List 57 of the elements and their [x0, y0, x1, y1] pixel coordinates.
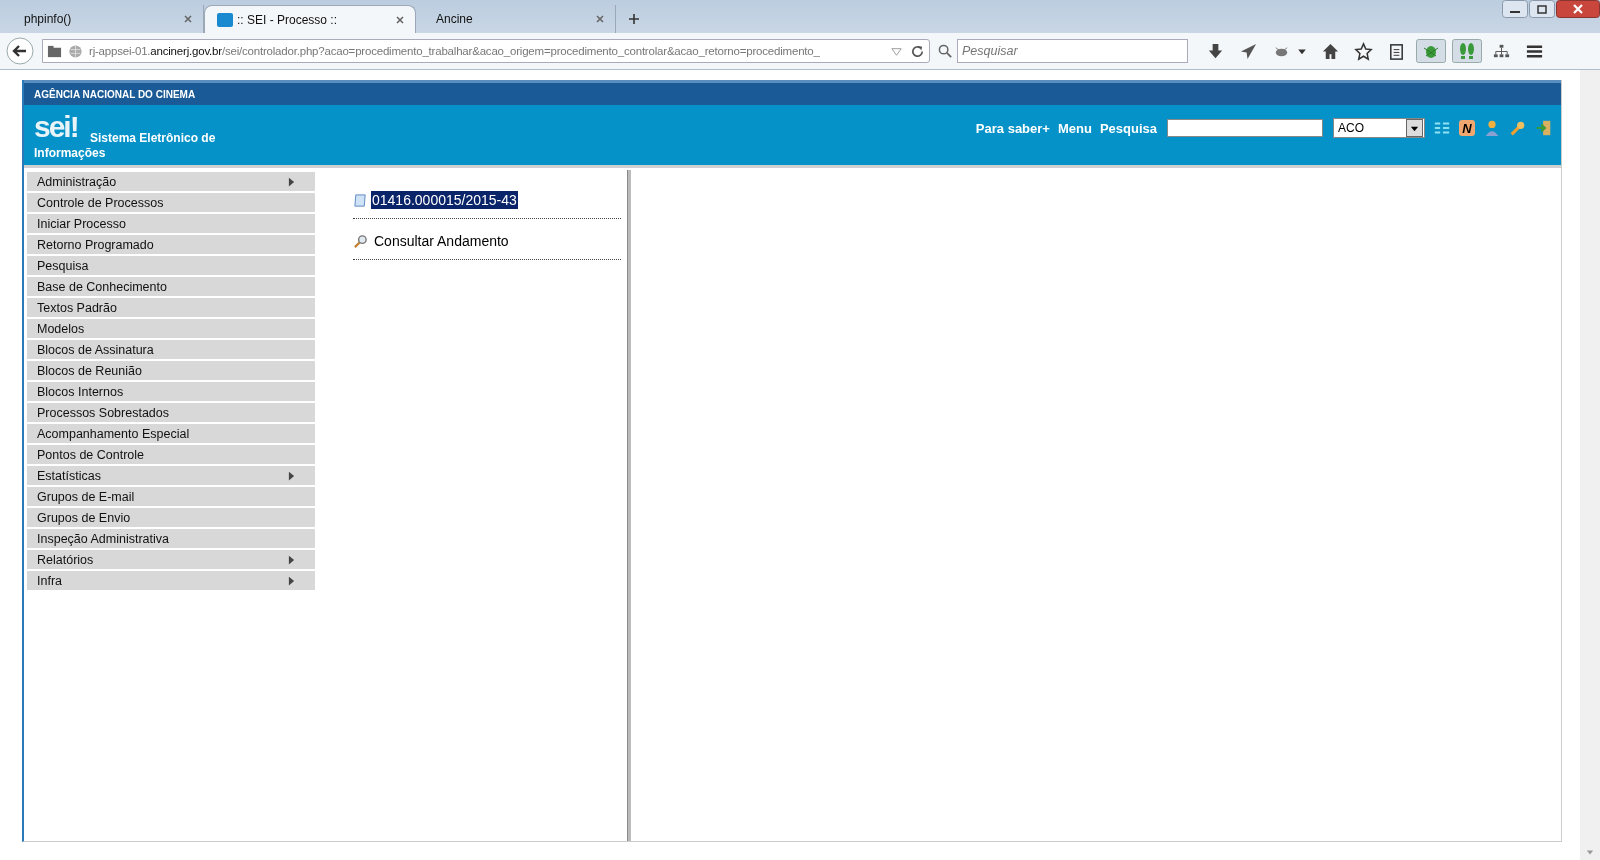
menu-item[interactable]: Processos Sobrestados	[27, 403, 315, 422]
action-link[interactable]: Consultar Andamento	[374, 233, 509, 249]
footprints-icon[interactable]	[1452, 39, 1482, 63]
process-number-link[interactable]: 01416.000015/2015-43	[371, 191, 518, 209]
new-tab-icon[interactable]	[628, 13, 640, 25]
menu-item[interactable]: Pesquisa	[27, 256, 315, 275]
back-icon[interactable]	[6, 37, 34, 65]
submenu-arrow-icon	[288, 176, 295, 187]
menu-item[interactable]: Grupos de E-mail	[27, 487, 315, 506]
header-link[interactable]: Para saber+	[975, 120, 1050, 136]
address-bar[interactable]: rj-appsei-01.ancinerj.gov.br/sei/controlador.php?acao=procedimento_trabalhar&acao_origem=procedimento_controlar&acao_retorno=procedimento_	[42, 39, 930, 63]
menu-item[interactable]: Blocos Internos	[27, 382, 315, 401]
header-link[interactable]: Pesquisa	[1099, 120, 1157, 136]
menu-item[interactable]: Retorno Programado	[27, 235, 315, 254]
star-icon[interactable]	[1354, 41, 1373, 61]
close-icon[interactable]	[183, 14, 193, 24]
minimize-icon[interactable]	[1502, 0, 1528, 18]
notes-icon[interactable]: N	[1459, 120, 1475, 136]
paper-plane-icon[interactable]	[1239, 41, 1258, 61]
menu-item[interactable]: Modelos	[27, 319, 315, 338]
submenu-arrow-icon	[288, 470, 295, 481]
unit-select[interactable]: ACO	[1333, 118, 1425, 138]
menu-item[interactable]: Grupos de Envio	[27, 508, 315, 527]
menu-item[interactable]: Relatórios	[27, 550, 315, 569]
menu-item[interactable]: Estatísticas	[27, 466, 315, 485]
header-link[interactable]: Menu	[1057, 120, 1092, 136]
menu-item[interactable]: Textos Padrão	[27, 298, 315, 317]
menu-item[interactable]: Base de Conhecimento	[27, 277, 315, 296]
search-icon	[938, 43, 953, 59]
search-field[interactable]	[1167, 119, 1323, 137]
browser-tab[interactable]: :: SEI - Processo ::	[204, 5, 416, 33]
document-icon	[353, 192, 368, 208]
menu-item[interactable]: Controle de Processos	[27, 193, 315, 212]
site-favicon-icon	[217, 12, 233, 27]
menu-item[interactable]: Infra	[27, 571, 315, 590]
menu-item[interactable]: Administração	[27, 172, 315, 191]
submenu-arrow-icon	[288, 575, 295, 586]
clipboard-icon[interactable]	[1387, 41, 1406, 61]
home-icon[interactable]	[1321, 41, 1340, 61]
menu-item[interactable]: Blocos de Assinatura	[27, 340, 315, 359]
menu-item[interactable]: Pontos de Controle	[27, 445, 315, 464]
menu-item[interactable]: Blocos de Reunião	[27, 361, 315, 380]
globe-icon	[68, 43, 83, 59]
close-icon[interactable]	[595, 14, 605, 24]
menu-item[interactable]: Inspeção Administrativa	[27, 529, 315, 548]
menu-item[interactable]: Acompanhamento Especial	[27, 424, 315, 443]
close-icon[interactable]	[395, 14, 405, 25]
bug-icon[interactable]	[1416, 39, 1446, 63]
reload-icon[interactable]	[910, 43, 925, 59]
submenu-arrow-icon	[288, 554, 295, 565]
magnifier-icon	[353, 233, 368, 249]
menu-item[interactable]: Iniciar Processo	[27, 214, 315, 233]
agency-name: AGÊNCIA NACIONAL DO CINEMA	[34, 88, 196, 100]
restore-icon[interactable]	[1529, 0, 1555, 18]
search-field[interactable]: Pesquisar	[957, 39, 1188, 63]
close-window-icon[interactable]	[1556, 0, 1600, 18]
folder-icon	[47, 43, 62, 59]
